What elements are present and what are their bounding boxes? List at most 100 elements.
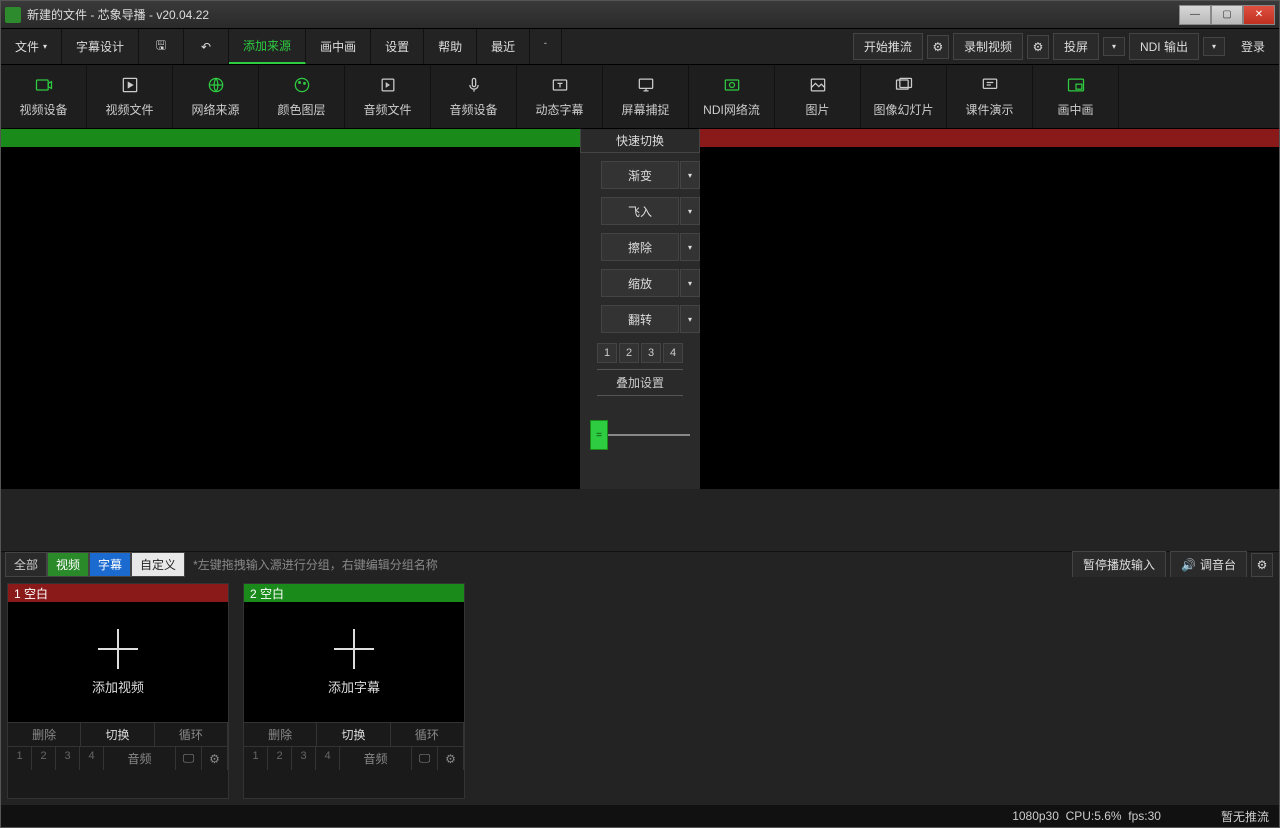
menu-add-source[interactable]: 添加来源 bbox=[229, 29, 306, 64]
transition-翻转[interactable]: 翻转▾ bbox=[601, 305, 679, 333]
minimize-button[interactable]: — bbox=[1179, 5, 1211, 25]
tool-slides[interactable]: 图像幻灯片 bbox=[861, 65, 947, 128]
source-card-1: 1 空白 添加视频 删除 切换 循环 1234 音频 🖵 ⚙ bbox=[7, 583, 229, 799]
overlay-num-2[interactable]: 2 bbox=[619, 343, 639, 363]
source-switch[interactable]: 切换 bbox=[81, 723, 154, 746]
menu-undo[interactable]: ↶ bbox=[184, 29, 229, 64]
source-loop[interactable]: 循环 bbox=[391, 723, 464, 746]
record-button[interactable]: 录制视频 bbox=[953, 33, 1023, 60]
gear-icon: ⚙ bbox=[933, 40, 944, 54]
ndi-button[interactable]: NDI 输出 bbox=[1129, 33, 1199, 60]
mixer-button[interactable]: 🔊调音台 bbox=[1170, 551, 1247, 578]
overlay-num-3[interactable]: 3 bbox=[641, 343, 661, 363]
filter-custom[interactable]: 自定义 bbox=[131, 552, 185, 577]
tool-label: 视频设备 bbox=[19, 101, 67, 118]
tool-image[interactable]: 图片 bbox=[775, 65, 861, 128]
transition-缩放[interactable]: 缩放▾ bbox=[601, 269, 679, 297]
menu-pip[interactable]: 画中画 bbox=[306, 29, 371, 64]
tool-label: 屏幕捕捉 bbox=[621, 101, 669, 118]
slider-handle[interactable]: = bbox=[590, 420, 608, 450]
tool-audio[interactable]: 音频文件 bbox=[345, 65, 431, 128]
transition-渐变[interactable]: 渐变▾ bbox=[601, 161, 679, 189]
menu-help[interactable]: 帮助 bbox=[424, 29, 477, 64]
filter-subtitle[interactable]: 字幕 bbox=[89, 552, 131, 577]
cast-button[interactable]: 投屏 bbox=[1053, 33, 1099, 60]
filter-all[interactable]: 全部 bbox=[5, 552, 47, 577]
source-preset-2[interactable]: 2 bbox=[32, 747, 56, 770]
source-preset-3[interactable]: 3 bbox=[56, 747, 80, 770]
chevron-down-icon[interactable]: ▾ bbox=[680, 269, 700, 297]
chevron-down-icon[interactable]: ▾ bbox=[680, 305, 700, 333]
source-add-button[interactable]: 添加视频 bbox=[8, 602, 228, 722]
menu-collapse[interactable]: ˆ bbox=[530, 29, 562, 64]
cast-dropdown[interactable]: ▾ bbox=[1103, 37, 1125, 56]
transition-飞入[interactable]: 飞入▾ bbox=[601, 197, 679, 225]
tool-present[interactable]: 课件演示 bbox=[947, 65, 1033, 128]
source-header[interactable]: 2 空白 bbox=[244, 584, 464, 602]
gap-row bbox=[1, 489, 1279, 551]
preview-left-canvas[interactable] bbox=[1, 147, 580, 489]
plus-icon bbox=[98, 629, 138, 669]
start-stream-button[interactable]: 开始推流 bbox=[853, 33, 923, 60]
source-add-label: 添加视频 bbox=[92, 677, 144, 696]
pause-input-button[interactable]: 暂停播放输入 bbox=[1072, 551, 1166, 578]
overlay-num-1[interactable]: 1 bbox=[597, 343, 617, 363]
filter-video[interactable]: 视频 bbox=[47, 552, 89, 577]
menu-subtitle-design[interactable]: 字幕设计 bbox=[62, 29, 139, 64]
source-preset-3[interactable]: 3 bbox=[292, 747, 316, 770]
source-loop[interactable]: 循环 bbox=[155, 723, 228, 746]
source-header[interactable]: 1 空白 bbox=[8, 584, 228, 602]
mixer-settings-button[interactable]: ⚙ bbox=[1251, 553, 1273, 577]
tool-globe[interactable]: 网络来源 bbox=[173, 65, 259, 128]
maximize-button[interactable]: ▢ bbox=[1211, 5, 1243, 25]
tool-camera[interactable]: 视频设备 bbox=[1, 65, 87, 128]
chevron-down-icon[interactable]: ▾ bbox=[680, 197, 700, 225]
overlay-num-4[interactable]: 4 bbox=[663, 343, 683, 363]
transition-擦除[interactable]: 擦除▾ bbox=[601, 233, 679, 261]
source-delete[interactable]: 删除 bbox=[244, 723, 317, 746]
source-monitor-icon[interactable]: 🖵 bbox=[412, 747, 438, 770]
source-switch[interactable]: 切换 bbox=[317, 723, 390, 746]
menu-recent[interactable]: 最近 bbox=[477, 29, 530, 64]
speaker-icon: 🔊 bbox=[1181, 558, 1196, 572]
app-icon bbox=[5, 7, 21, 23]
tool-monitor[interactable]: 屏幕捕捉 bbox=[603, 65, 689, 128]
preview-right-canvas[interactable] bbox=[700, 147, 1279, 489]
tool-palette[interactable]: 颜色图层 bbox=[259, 65, 345, 128]
sources-area: 1 空白 添加视频 删除 切换 循环 1234 音频 🖵 ⚙ 2 空白 添加字幕… bbox=[1, 577, 1279, 805]
menu-save-icon[interactable]: 🖫 bbox=[139, 29, 184, 64]
chevron-down-icon[interactable]: ▾ bbox=[680, 161, 700, 189]
overlay-settings[interactable]: 叠加设置 bbox=[597, 369, 683, 396]
source-preset-4[interactable]: 4 bbox=[80, 747, 104, 770]
source-settings-icon[interactable]: ⚙ bbox=[438, 747, 464, 770]
stream-settings-button[interactable]: ⚙ bbox=[927, 35, 949, 59]
source-monitor-icon[interactable]: 🖵 bbox=[176, 747, 202, 770]
ndi-dropdown[interactable]: ▾ bbox=[1203, 37, 1225, 56]
tool-text[interactable]: 动态字幕 bbox=[517, 65, 603, 128]
login-button[interactable]: 登录 bbox=[1227, 29, 1279, 64]
source-preset-4[interactable]: 4 bbox=[316, 747, 340, 770]
tool-play[interactable]: 视频文件 bbox=[87, 65, 173, 128]
monitor-icon bbox=[636, 75, 656, 95]
close-button[interactable]: ✕ bbox=[1243, 5, 1275, 25]
chevron-down-icon[interactable]: ▾ bbox=[680, 233, 700, 261]
source-add-button[interactable]: 添加字幕 bbox=[244, 602, 464, 722]
source-settings-icon[interactable]: ⚙ bbox=[202, 747, 228, 770]
source-audio[interactable]: 音频 bbox=[104, 747, 176, 770]
tool-pip[interactable]: 画中画 bbox=[1033, 65, 1119, 128]
source-preset-2[interactable]: 2 bbox=[268, 747, 292, 770]
record-settings-button[interactable]: ⚙ bbox=[1027, 35, 1049, 59]
menu-file[interactable]: 文件▾ bbox=[1, 29, 62, 64]
transition-slider[interactable]: = bbox=[590, 420, 690, 450]
play-icon bbox=[120, 75, 140, 95]
source-preset-1[interactable]: 1 bbox=[8, 747, 32, 770]
source-delete[interactable]: 删除 bbox=[8, 723, 81, 746]
source-audio[interactable]: 音频 bbox=[340, 747, 412, 770]
tool-label: 图像幻灯片 bbox=[873, 101, 933, 118]
source-preset-1[interactable]: 1 bbox=[244, 747, 268, 770]
transition-quick[interactable]: 快速切换 bbox=[580, 129, 700, 153]
tool-ndi[interactable]: NDI网络流 bbox=[689, 65, 775, 128]
menu-settings[interactable]: 设置 bbox=[371, 29, 424, 64]
status-fps: fps:30 bbox=[1128, 809, 1161, 823]
tool-mic[interactable]: 音频设备 bbox=[431, 65, 517, 128]
